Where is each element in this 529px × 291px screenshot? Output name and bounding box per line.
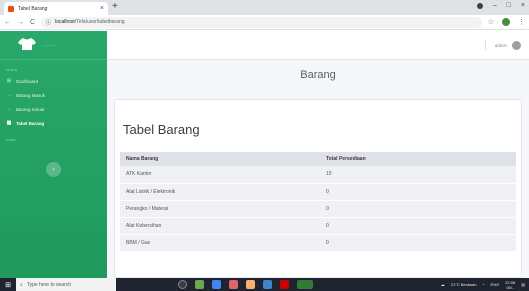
maximize-button[interactable]: □ <box>507 2 511 9</box>
arrow-in-icon: → <box>6 92 12 98</box>
table-cell: 0 <box>320 217 516 235</box>
sidebar-item-dashboard[interactable]: ⊞ Dashboard <box>0 74 107 88</box>
table-row: Perangko / Materai 0 <box>120 200 516 218</box>
user-avatar-icon <box>512 40 521 50</box>
username: admin <box>494 42 507 48</box>
window-controls: – □ × <box>476 2 525 9</box>
table-cell: ATK Kantor <box>120 166 320 184</box>
browser-tab[interactable]: Tabel Barang × <box>4 2 108 15</box>
tab-title: Tabel Barang <box>18 5 48 12</box>
table-cell: BBM / Gas <box>120 234 320 252</box>
taskbar-apps <box>178 280 313 289</box>
url-path: /Tefa/user/tabelbarang <box>74 19 125 25</box>
sidebar-brand[interactable]: ·········· <box>0 31 107 60</box>
address-toolbar: ← → C ⓘ localhost/Tefa/user/tabelbarang … <box>0 15 529 30</box>
browser-menu-icon[interactable]: ⋮ <box>518 18 525 26</box>
app-icon[interactable] <box>280 280 289 289</box>
card-title: Tabel Barang <box>123 122 200 137</box>
arrow-out-icon: ← <box>6 106 12 112</box>
clock-date: 05/.. <box>506 284 515 290</box>
favicon-icon <box>8 5 14 12</box>
notification-icon[interactable]: ▤ <box>521 282 525 287</box>
back-button[interactable]: ← <box>4 19 11 26</box>
table-cell: 0 <box>320 234 516 252</box>
dashboard-icon: ⊞ <box>6 78 12 84</box>
sidebar-section-user: USER <box>6 138 16 142</box>
profile-record-icon[interactable] <box>476 2 483 9</box>
language-indicator[interactable]: ENG <box>491 282 500 287</box>
navbar-divider <box>484 40 486 50</box>
bookmark-star-icon[interactable]: ☆ <box>488 18 494 26</box>
app-icon[interactable] <box>195 280 204 289</box>
browser-app-icon[interactable] <box>212 280 221 289</box>
sidebar-item-tabel-barang[interactable]: ▦ Tabel Barang <box>0 116 107 130</box>
table-row: Alat Listrik / Elektronik 0 <box>120 183 516 201</box>
site-info-icon[interactable]: ⓘ <box>46 19 51 26</box>
column-header: Total Persediaan <box>320 152 516 166</box>
os-taskbar: ⊞ ⌕ Type here to search ☁ 21°C Berawan ^… <box>0 278 529 291</box>
url-host: localhost <box>55 19 75 25</box>
search-icon: ⌕ <box>20 281 23 288</box>
column-header: Nama Barang <box>120 152 320 166</box>
page-title: Barang <box>300 69 336 81</box>
weather-text[interactable]: 21°C Berawan <box>451 282 477 287</box>
sidebar-item-barang-masuk[interactable]: → Barang Masuk <box>0 88 107 102</box>
table-row: Alat Kebersihan 0 <box>120 217 516 235</box>
table-cell: Alat Kebersihan <box>120 217 320 235</box>
windows-start-icon[interactable]: ⊞ <box>0 278 16 291</box>
sidebar-item-label: Barang Keluar <box>16 106 45 112</box>
system-tray: ☁ 21°C Berawan ^ ENG 22:06 05/.. ▤ <box>441 280 529 290</box>
clock[interactable]: 22:06 05/.. <box>505 280 515 290</box>
table-header-row: Nama Barang Total Persediaan <box>120 152 516 166</box>
sidebar-item-label: Tabel Barang <box>16 120 45 126</box>
close-window-button[interactable]: × <box>521 2 525 9</box>
app-icon[interactable] <box>229 280 238 289</box>
table-icon: ▦ <box>6 120 12 126</box>
app-icon[interactable] <box>263 280 272 289</box>
app-icon[interactable] <box>297 280 313 289</box>
user-dropdown[interactable]: admin <box>484 40 521 50</box>
table-cell: 0 <box>320 200 516 218</box>
sidebar-toggle-button[interactable]: ‹ <box>46 162 61 177</box>
sidebar: ·········· ADMIN ⊞ Dashboard → Barang Ma… <box>0 31 107 278</box>
task-view-icon[interactable] <box>178 280 187 289</box>
sidebar-item-label: Dashboard <box>16 78 39 84</box>
sidebar-item-label: Barang Masuk <box>16 92 46 98</box>
table-row: ATK Kantor 10 <box>120 166 516 184</box>
new-tab-button[interactable]: + <box>112 1 118 12</box>
reload-button[interactable]: C <box>30 19 35 26</box>
profile-avatar[interactable] <box>502 18 510 26</box>
table-cell: 0 <box>320 183 516 201</box>
barang-table: Nama Barang Total Persediaan ATK Kantor … <box>120 152 516 252</box>
top-navbar: admin <box>107 31 529 60</box>
taskbar-search-input[interactable]: ⌕ Type here to search <box>16 278 116 291</box>
url-field[interactable]: ⓘ localhost/Tefa/user/tabelbarang <box>41 16 482 28</box>
table-cell: Alat Listrik / Elektronik <box>120 183 320 201</box>
chevron-up-icon[interactable]: ^ <box>483 282 485 287</box>
sidebar-section-admin: ADMIN <box>6 68 18 72</box>
main-content: Barang Tabel Barang Nama Barang Total Pe… <box>107 60 529 278</box>
table-cell: Perangko / Materai <box>120 200 320 218</box>
tab-close-icon[interactable]: × <box>100 5 104 12</box>
sidebar-item-barang-keluar[interactable]: ← Barang Keluar <box>0 102 107 116</box>
minimize-button[interactable]: – <box>493 2 497 9</box>
brand-name: ·········· <box>42 42 56 48</box>
search-placeholder: Type here to search <box>26 281 72 288</box>
shirt-icon <box>18 37 36 54</box>
table-card: Tabel Barang Nama Barang Total Persediaa… <box>114 99 522 278</box>
table-cell: 10 <box>320 166 516 184</box>
browser-tab-bar: Tabel Barang × + – □ × <box>0 0 529 15</box>
folder-icon[interactable] <box>246 280 255 289</box>
weather-icon: ☁ <box>440 282 445 287</box>
table-row: BBM / Gas 0 <box>120 234 516 252</box>
forward-button[interactable]: → <box>17 19 24 26</box>
